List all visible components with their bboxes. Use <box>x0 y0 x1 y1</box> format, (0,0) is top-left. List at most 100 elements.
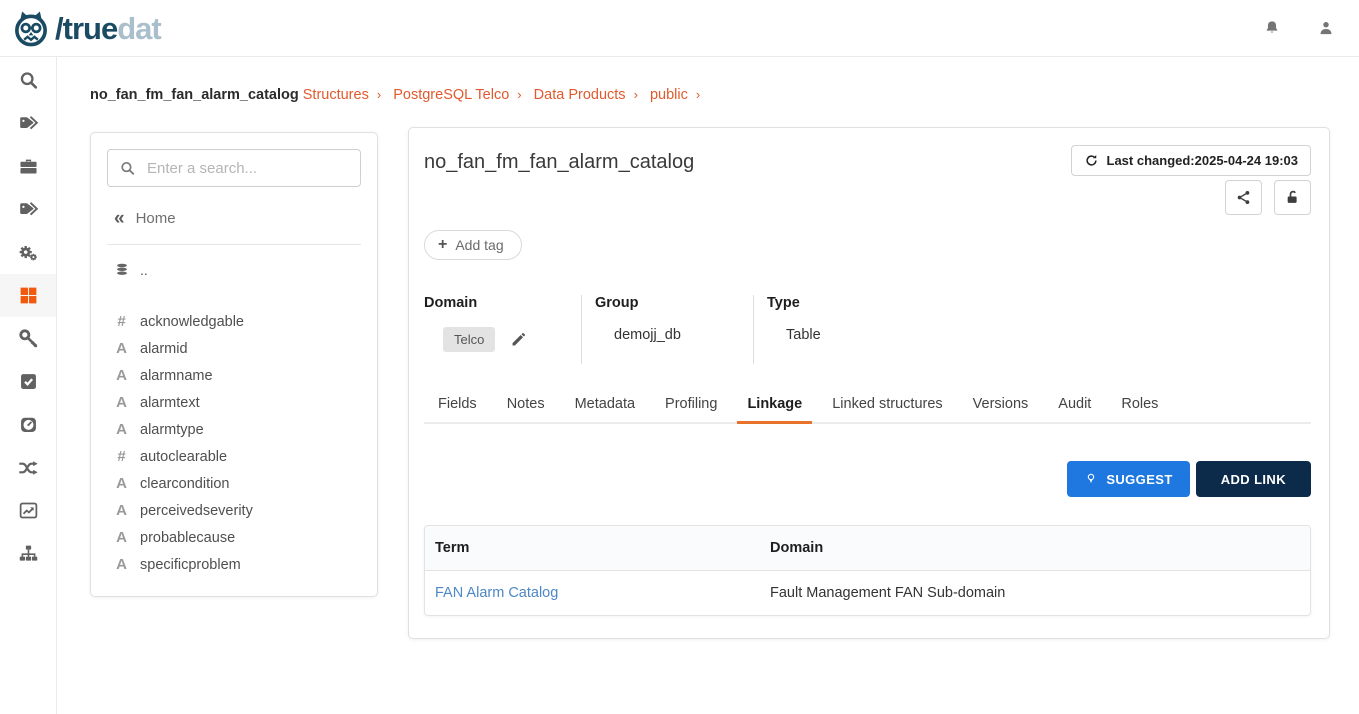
search-icon <box>119 160 136 177</box>
rail-shuffle-icon[interactable] <box>0 446 56 489</box>
group-value: demojj_db <box>614 327 681 343</box>
breadcrumb: no_fan_fm_fan_alarm_catalog Structures › … <box>90 87 1330 103</box>
domain-chip: Telco <box>443 327 496 352</box>
field-list: # acknowledgable A alarmid A alarmname A… <box>91 308 377 578</box>
tab-item[interactable]: Linkage <box>737 390 813 424</box>
tab-item[interactable]: Versions <box>963 390 1039 424</box>
field-type-icon: # <box>117 448 126 465</box>
tab-item[interactable]: Audit <box>1048 390 1101 424</box>
field-type-icon: A <box>116 340 127 357</box>
field-list-item[interactable]: A alarmtype <box>91 416 377 443</box>
tab-item[interactable]: Linked structures <box>822 390 952 424</box>
field-type-icon: A <box>116 529 127 546</box>
tab-item[interactable]: Roles <box>1111 390 1168 424</box>
structure-detail-card: no_fan_fm_fan_alarm_catalog Last changed… <box>408 127 1330 639</box>
field-list-item[interactable]: A alarmid <box>91 335 377 362</box>
field-name: alarmid <box>140 340 188 357</box>
rail-sitemap-icon[interactable] <box>0 532 56 575</box>
group-label: Group <box>595 295 639 311</box>
linkage-actions: SUGGEST ADD LINK <box>424 461 1311 497</box>
rail-check-square-icon[interactable] <box>0 360 56 403</box>
icon-rail <box>0 57 57 714</box>
field-name: alarmtype <box>140 421 204 438</box>
domain-label: Domain <box>424 295 478 311</box>
breadcrumb-separator: › <box>633 87 638 102</box>
tab-item[interactable]: Fields <box>428 390 487 424</box>
table-header-row: Term Domain <box>425 526 1310 571</box>
term-column-header: Term <box>435 540 470 556</box>
share-button[interactable] <box>1225 180 1262 215</box>
field-name: specificproblem <box>140 556 241 573</box>
rail-gauge-icon[interactable] <box>0 403 56 446</box>
parent-structure-item[interactable]: .. <box>91 245 377 308</box>
last-changed-button[interactable]: Last changed:2025-04-24 19:03 <box>1070 145 1311 176</box>
truedat-logo[interactable]: /truedat <box>10 7 162 49</box>
breadcrumb-item: PostgreSQL Telco › <box>393 87 529 103</box>
top-bar: /truedat <box>0 0 1359 57</box>
term-link[interactable]: FAN Alarm Catalog <box>435 585 558 601</box>
field-type-icon: A <box>116 421 127 438</box>
lightbulb-icon <box>1084 472 1098 486</box>
domain-column-header: Domain <box>770 540 824 556</box>
type-label: Type <box>767 295 800 311</box>
tab-item[interactable]: Notes <box>497 390 555 424</box>
home-label: Home <box>135 210 176 227</box>
top-bar-actions <box>1263 19 1343 37</box>
field-list-item[interactable]: A alarmtext <box>91 389 377 416</box>
breadcrumb-separator: › <box>517 87 522 102</box>
type-value: Table <box>786 327 821 343</box>
rail-tags-icon[interactable] <box>0 102 56 145</box>
breadcrumb-item: Data Products › <box>534 87 646 103</box>
suggest-button[interactable]: SUGGEST <box>1067 461 1190 497</box>
breadcrumb-separator: › <box>376 87 382 102</box>
unlock-button[interactable] <box>1274 180 1311 215</box>
rail-chart-line-icon[interactable] <box>0 489 56 532</box>
term-domain-cell: Fault Management FAN Sub-domain <box>770 585 1006 601</box>
rail-gears-icon[interactable] <box>0 231 56 274</box>
add-link-label: ADD LINK <box>1220 471 1286 487</box>
tab-item[interactable]: Metadata <box>565 390 645 424</box>
edit-domain-pencil-icon[interactable] <box>510 331 527 348</box>
add-tag-button[interactable]: + Add tag <box>424 230 522 260</box>
rail-tags-alt-icon[interactable] <box>0 188 56 231</box>
field-name: acknowledgable <box>140 313 244 330</box>
breadcrumb-link[interactable]: public <box>650 87 688 103</box>
field-type-icon: A <box>116 394 127 411</box>
breadcrumb-item: Structures › <box>303 87 389 103</box>
field-name: autoclearable <box>140 448 228 465</box>
add-tag-label: Add tag <box>455 237 504 253</box>
field-name: clearcondition <box>140 475 230 492</box>
user-profile-icon[interactable] <box>1317 19 1335 37</box>
rail-structures-grid-icon[interactable] <box>0 274 56 317</box>
breadcrumb-current: no_fan_fm_fan_alarm_catalog <box>90 87 299 103</box>
field-list-item[interactable]: # autoclearable <box>91 443 377 470</box>
search-input[interactable] <box>145 158 349 178</box>
field-name: alarmname <box>140 367 213 384</box>
field-list-item[interactable]: A clearcondition <box>91 470 377 497</box>
field-name: alarmtext <box>140 394 200 411</box>
field-type-icon: A <box>116 367 127 384</box>
field-list-item[interactable]: # acknowledgable <box>91 308 377 335</box>
field-list-item[interactable]: A specificproblem <box>91 551 377 578</box>
breadcrumb-link[interactable]: Structures <box>303 87 369 103</box>
linked-terms-table: Term Domain FAN Alarm Catalog Fault Mana… <box>424 525 1311 616</box>
parent-structure-label: .. <box>140 262 148 278</box>
breadcrumb-link[interactable]: Data Products <box>534 87 626 103</box>
rail-key-icon[interactable] <box>0 317 56 360</box>
tab-item[interactable]: Profiling <box>655 390 727 424</box>
breadcrumb-separator: › <box>695 87 701 102</box>
field-type-icon: A <box>116 475 127 492</box>
table-row: FAN Alarm Catalog Fault Management FAN S… <box>425 571 1310 615</box>
breadcrumb-item: public › <box>650 87 708 103</box>
add-link-button[interactable]: ADD LINK <box>1195 461 1311 497</box>
field-list-item[interactable]: A alarmname <box>91 362 377 389</box>
rail-briefcase-icon[interactable] <box>0 145 56 188</box>
home-nav-item[interactable]: « Home <box>91 197 377 244</box>
notifications-bell-icon[interactable] <box>1263 19 1281 37</box>
detail-tabs: Fields Notes Metadata Profiling Linkage … <box>424 390 1311 424</box>
breadcrumb-link[interactable]: PostgreSQL Telco <box>393 87 509 103</box>
field-list-item[interactable]: A perceivedseverity <box>91 497 377 524</box>
rail-search-icon[interactable] <box>0 59 56 102</box>
owl-logo-icon <box>10 7 52 49</box>
field-list-item[interactable]: A probablecause <box>91 524 377 551</box>
